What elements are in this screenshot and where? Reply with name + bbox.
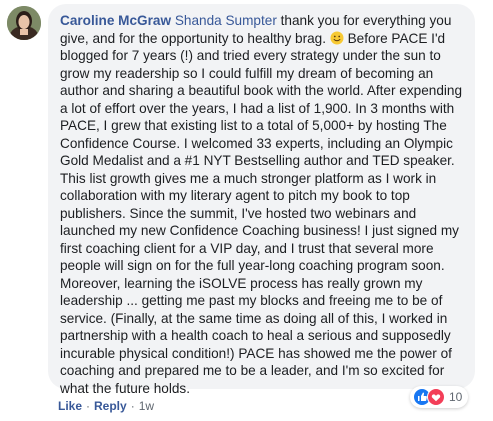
comment-timestamp[interactable]: 1w (139, 399, 154, 413)
separator: · (86, 399, 91, 413)
reaction-count: 10 (449, 390, 463, 404)
tagged-user[interactable]: Shanda Sumpter (175, 13, 277, 28)
comment-text: Caroline McGraw Shanda Sumpter thank you… (60, 12, 463, 397)
reactions-summary[interactable]: 10 (410, 386, 469, 408)
separator: · (130, 399, 135, 413)
like-link[interactable]: Like (58, 399, 82, 413)
comment-author[interactable]: Caroline McGraw (60, 13, 171, 28)
reply-link[interactable]: Reply (94, 399, 127, 413)
love-reaction-icon (427, 388, 445, 406)
smile-emoji-icon (330, 31, 344, 45)
comment-bubble: Caroline McGraw Shanda Sumpter thank you… (48, 4, 475, 396)
comment-actions: Like · Reply · 1w (58, 399, 154, 413)
profile-photo (7, 6, 41, 40)
avatar[interactable] (7, 6, 41, 40)
comment-body-part2: Before PACE I'd blogged for 7 years (!) … (60, 30, 463, 396)
